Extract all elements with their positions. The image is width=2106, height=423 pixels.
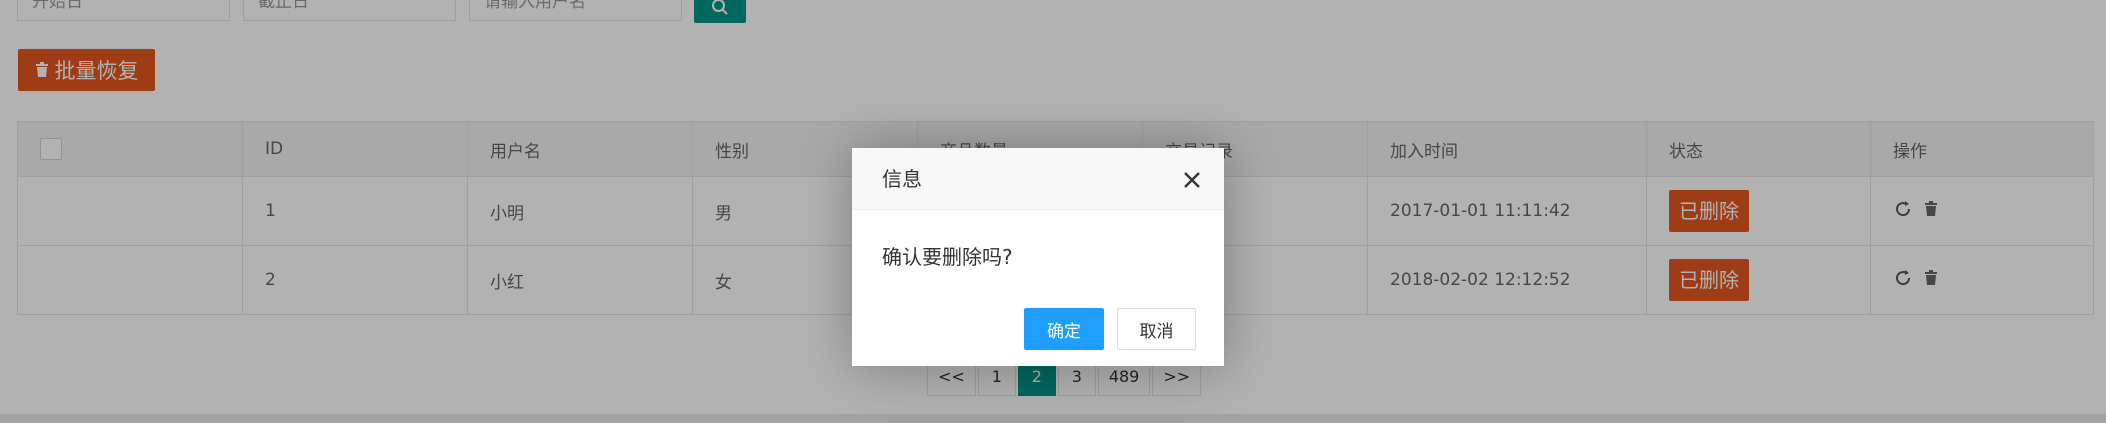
dialog-title: 信息 (852, 148, 1224, 210)
cancel-button[interactable]: 取消 (1117, 308, 1196, 350)
confirm-dialog: 信息 确认要删除吗? 确定 取消 (852, 148, 1224, 366)
confirm-button[interactable]: 确定 (1024, 308, 1104, 350)
close-icon[interactable] (1182, 170, 1202, 190)
dialog-message: 确认要删除吗? (882, 245, 1013, 269)
